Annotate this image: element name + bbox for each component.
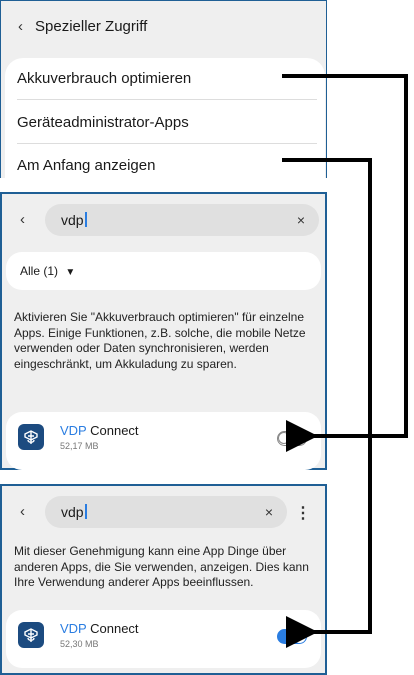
back-icon[interactable]: ‹	[20, 211, 25, 228]
page-title: Spezieller Zugriff	[35, 18, 148, 35]
filter-label: Alle (1)	[20, 264, 59, 278]
list-item-display-over-apps[interactable]: Am Anfang anzeigen	[17, 157, 155, 174]
toggle-knob	[293, 630, 306, 643]
header: ‹ Spezieller Zugriff	[18, 18, 147, 35]
search-value: vdp	[61, 212, 84, 228]
vdp-connect-app-icon	[18, 424, 44, 450]
back-icon[interactable]: ‹	[18, 18, 23, 35]
close-icon[interactable]: ×	[297, 212, 305, 228]
search-input[interactable]: vdp ×	[45, 496, 287, 528]
text-cursor	[84, 504, 87, 519]
more-options-icon[interactable]: ⋮	[295, 503, 311, 523]
list-item-device-admin-apps[interactable]: Geräteadministrator-Apps	[17, 114, 189, 131]
search-bar: ‹ vdp ×	[2, 202, 325, 238]
filter-dropdown[interactable]: Alle (1) ▼	[6, 252, 321, 290]
settings-list: Akkuverbrauch optimieren Geräteadministr…	[5, 58, 325, 183]
app-size: 52,30 MB	[60, 639, 99, 649]
app-size: 52,17 MB	[60, 441, 99, 451]
app-name: VDP Connect	[60, 621, 139, 636]
vdp-connect-app-icon	[18, 622, 44, 648]
list-item-battery-optimization[interactable]: Akkuverbrauch optimieren	[17, 70, 191, 87]
close-icon[interactable]: ×	[265, 504, 273, 520]
dropdown-arrow-icon: ▼	[65, 267, 76, 278]
display-over-apps-toggle[interactable]	[277, 629, 307, 644]
divider	[17, 143, 317, 144]
description-text: Mit dieser Genehmigung kann eine App Din…	[14, 544, 309, 589]
toggle-knob	[278, 432, 290, 444]
special-access-screen: ‹ Spezieller Zugriff Akkuverbrauch optim…	[0, 0, 327, 183]
description-text: Aktivieren Sie "Akkuverbrauch optimieren…	[14, 310, 306, 371]
app-row[interactable]: VDP Connect 52,17 MB	[6, 412, 321, 470]
app-row[interactable]: VDP Connect 52,30 MB	[6, 610, 321, 668]
app-name: VDP Connect	[60, 423, 139, 438]
search-input[interactable]: vdp ×	[45, 204, 319, 236]
search-bar: ‹ vdp × ⋮	[2, 494, 325, 530]
battery-optimization-toggle[interactable]	[277, 431, 307, 446]
display-over-apps-screen: ‹ vdp × ⋮ Mit dieser Genehmigung kann ei…	[0, 484, 327, 675]
text-cursor	[84, 212, 87, 227]
battery-optimization-screen: ‹ vdp × Alle (1) ▼ Aktivieren Sie "Akkuv…	[0, 192, 327, 470]
back-icon[interactable]: ‹	[20, 503, 25, 520]
divider	[17, 99, 317, 100]
search-value: vdp	[61, 504, 84, 520]
